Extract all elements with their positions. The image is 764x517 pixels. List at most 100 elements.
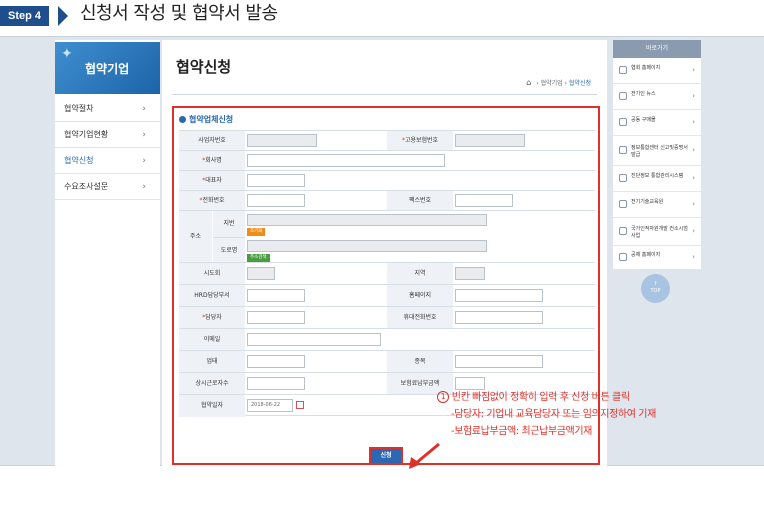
sidebar-item-status[interactable]: 협약기업현황 › (55, 122, 160, 148)
annotation-number: 1 (437, 391, 449, 403)
form-row: HRD담당부서 홈페이지 (179, 284, 595, 307)
top-button[interactable]: ↑ TOP (641, 274, 670, 303)
calendar-icon[interactable] (296, 401, 304, 409)
item-input[interactable] (455, 355, 543, 368)
building-icon (619, 253, 627, 261)
label-phone: *전화번호 (179, 191, 245, 211)
region-field (455, 267, 485, 280)
lot-address-field (247, 214, 487, 226)
label-hrd: HRD담당부서 (179, 285, 245, 307)
fax-input[interactable] (455, 194, 513, 207)
workers-input[interactable] (247, 377, 305, 390)
quick-menu-item[interactable]: 진단정보 통합관리시스템 › (613, 166, 701, 192)
email-input[interactable] (247, 333, 381, 346)
sidebar-banner: ✦ 협약기업 (55, 42, 160, 94)
label-road: 도로명 (213, 237, 245, 263)
step-header: Step 4 신청서 작성 및 협약서 발송 (0, 0, 764, 32)
step-title: 신청서 작성 및 협약서 발송 (80, 3, 278, 24)
form-row: 사업자번호 *고용보험번호 (179, 130, 595, 151)
quick-menu-item[interactable]: 전기기술교육원 › (613, 192, 701, 218)
cart-icon (619, 118, 627, 126)
quick-menu: 바로가기 협회 홈페이지 › 전기인 뉴스 › 공동 구매몰 › 정보통합센터 신고및증명서… (613, 40, 701, 270)
label-ceo: *대표자 (179, 171, 245, 191)
form-row: *대표자 (179, 170, 595, 191)
manager-input[interactable] (247, 311, 305, 324)
phone-input[interactable] (247, 194, 305, 207)
label-email: 이메일 (179, 329, 245, 351)
sparkle-icon: ✦ (61, 46, 73, 62)
quick-menu-item[interactable]: 공동 구매몰 › (613, 110, 701, 136)
biz-no-field (247, 134, 317, 147)
sidebar-banner-title: 협약기업 (85, 62, 130, 76)
quick-menu-label: 협회 홈페이지 (631, 65, 661, 71)
step-arrow-icon (58, 6, 68, 26)
reset-button[interactable]: 조기화 (247, 228, 266, 236)
document-icon (619, 146, 627, 154)
home-icon (619, 66, 627, 74)
breadcrumb: ⌂ › 협약기업 › 협약신청 (526, 78, 591, 87)
quick-menu-label: 진단정보 통합관리시스템 (631, 173, 684, 179)
submit-button[interactable]: 신청 (369, 447, 403, 465)
chevron-right-icon: › (692, 118, 695, 126)
arrow-icon (409, 442, 440, 469)
chevron-right-icon: › (142, 156, 146, 166)
news-icon (619, 92, 627, 100)
sidebar-item-label: 협약기업현황 (64, 130, 109, 139)
quick-menu-item[interactable]: 협회 홈페이지 › (613, 58, 701, 84)
people-icon (619, 227, 627, 235)
label-mobile: 휴대전화번호 (387, 307, 453, 329)
chevron-right-icon: › (692, 146, 695, 154)
sidebar-item-label: 협약신청 (64, 156, 94, 165)
label-city: 시도회 (179, 263, 245, 285)
mobile-input[interactable] (455, 311, 543, 324)
form-row: *담당자 휴대전화번호 (179, 306, 595, 329)
label-region: 지역 (387, 263, 453, 285)
bullet-icon (179, 116, 186, 123)
company-input[interactable] (247, 154, 445, 167)
label-agree-date: 협약일자 (179, 395, 245, 417)
label-address: 주소 (179, 211, 212, 263)
quick-menu-label: 전기인 뉴스 (631, 91, 656, 97)
chevron-right-icon: › (692, 227, 695, 235)
road-address-field (247, 240, 487, 252)
quick-menu-title: 바로가기 (613, 40, 701, 58)
annotation-line3: -보험료납부금액: 최근납부금액기재 (451, 426, 592, 437)
label-company: *회사명 (179, 151, 245, 171)
hrd-input[interactable] (247, 289, 305, 302)
form-row: *전화번호 팩스번호 (179, 190, 595, 211)
homepage-input[interactable] (455, 289, 543, 302)
label-homepage: 홈페이지 (387, 285, 453, 307)
sidebar-item-apply[interactable]: 협약신청 › (55, 148, 160, 174)
home-icon[interactable]: ⌂ (526, 78, 531, 87)
ceo-input[interactable] (247, 174, 305, 187)
chevron-right-icon: › (142, 130, 146, 140)
chevron-right-icon: › (142, 104, 146, 114)
form-row: 시도회 지역 (179, 262, 595, 285)
quick-menu-label: 공제 홈페이지 (631, 252, 661, 258)
form-row: *회사명 (179, 150, 595, 171)
quick-menu-item[interactable]: 공제 홈페이지 › (613, 246, 701, 270)
label-manager: *담당자 (179, 307, 245, 329)
industry-input[interactable] (247, 355, 305, 368)
quick-menu-item[interactable]: 전기인 뉴스 › (613, 84, 701, 110)
agree-date-input[interactable]: 2018-06-22 (247, 399, 293, 412)
monitor-icon (619, 174, 627, 182)
divider (172, 94, 597, 95)
breadcrumb-item[interactable]: 협약기업 (541, 80, 563, 87)
sidebar-item-procedure[interactable]: 협약절차 › (55, 96, 160, 122)
top-label: TOP (650, 288, 661, 294)
book-icon (619, 200, 627, 208)
step-badge: Step 4 (0, 6, 50, 26)
chevron-right-icon: › (692, 200, 695, 208)
sidebar-item-survey[interactable]: 수요조사설문 › (55, 174, 160, 200)
address-search-button[interactable]: 주소검색 (247, 254, 270, 262)
quick-menu-label: 전기기술교육원 (631, 199, 664, 205)
chevron-right-icon: › (692, 253, 695, 261)
sidebar-item-label: 수요조사설문 (64, 182, 109, 191)
insurance-no-field (455, 134, 525, 147)
quick-menu-item[interactable]: 국가인적자원개발 컨소시엄사업 › (613, 218, 701, 246)
section-title: 협약업체신청 (179, 114, 233, 125)
label-lot: 지번 (213, 211, 245, 237)
form-row: 업태 종목 (179, 350, 595, 373)
quick-menu-item[interactable]: 정보통합센터 신고및증명서발급 › (613, 136, 701, 166)
